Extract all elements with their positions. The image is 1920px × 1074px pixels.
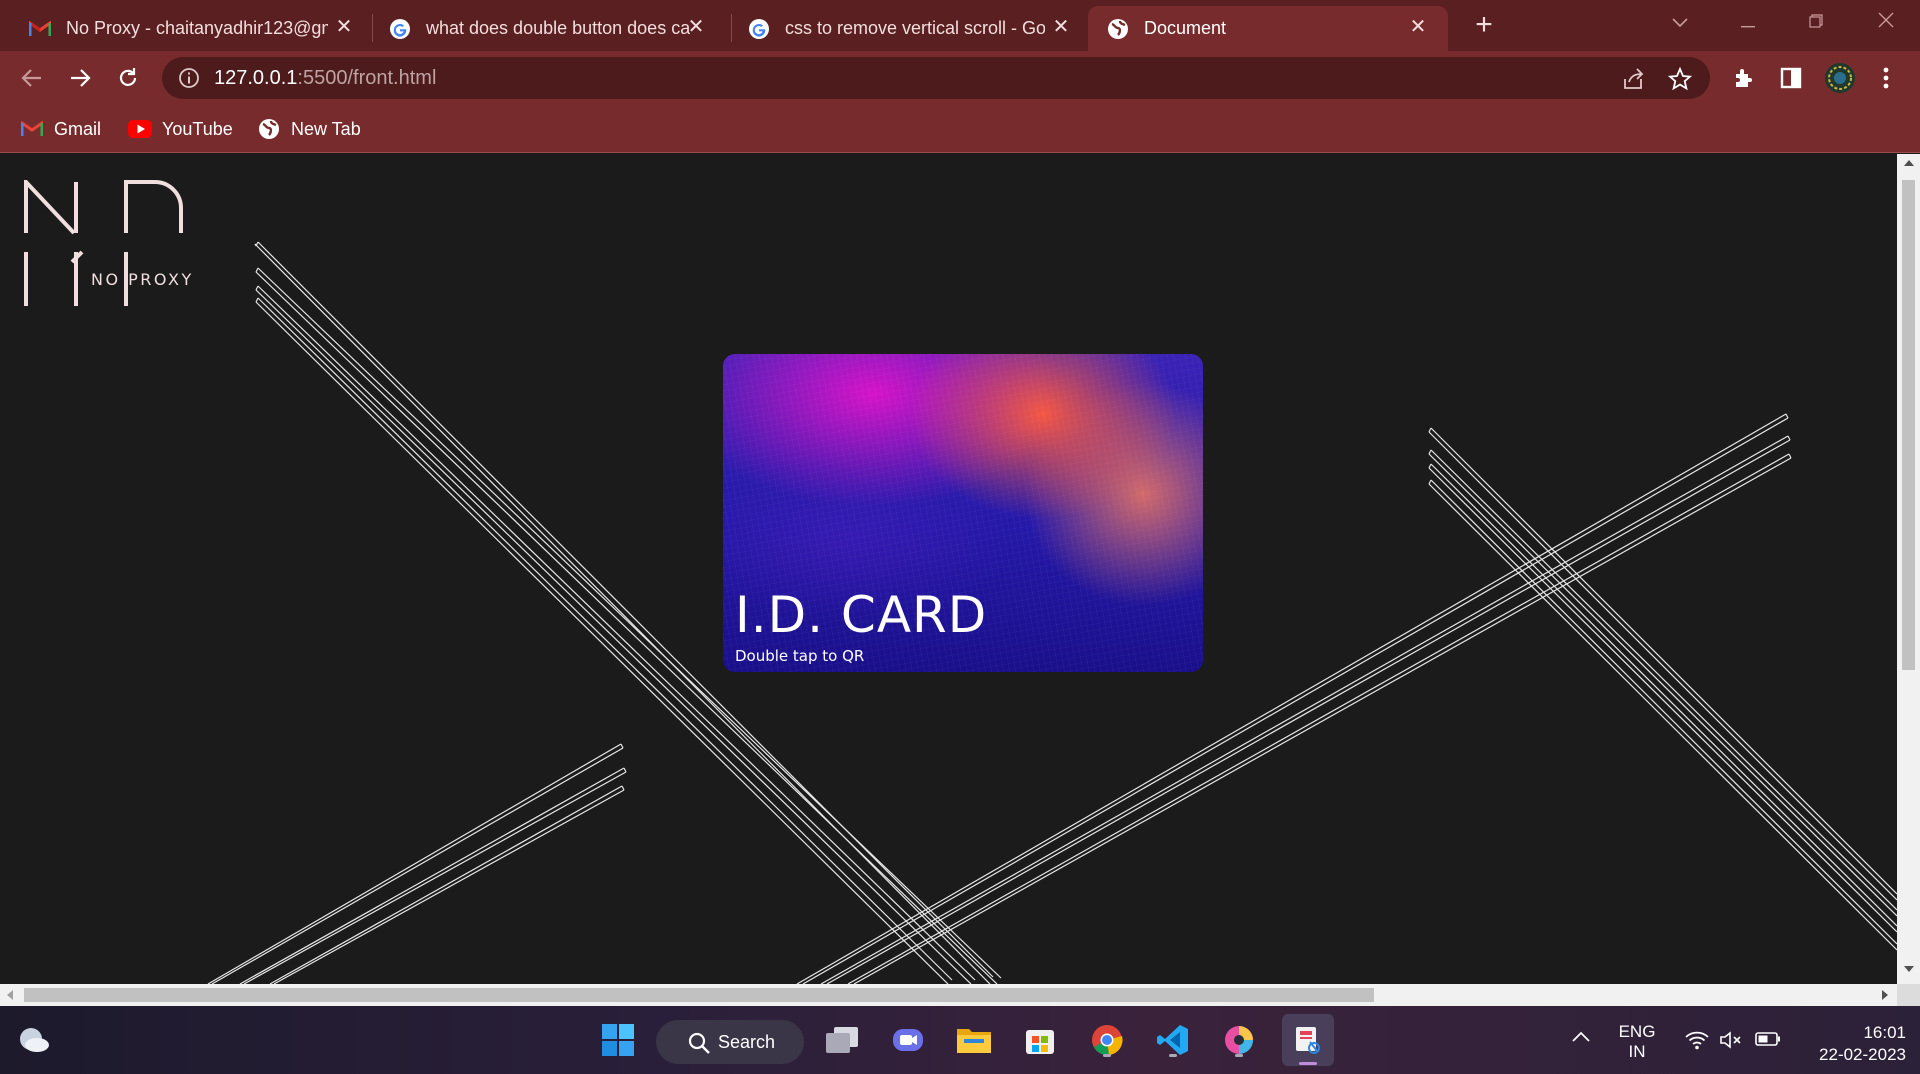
language-code: ENG <box>1618 1022 1656 1041</box>
taskbar-search[interactable]: Search <box>656 1020 804 1064</box>
bookmarks-bar: Gmail YouTube New Tab <box>0 105 1920 153</box>
brand-logo: NO PROXY <box>20 176 240 310</box>
vscode-icon[interactable] <box>1153 1020 1193 1060</box>
np-monogram-icon <box>24 176 183 306</box>
bookmark-label: Gmail <box>54 118 102 139</box>
google-icon <box>388 17 412 41</box>
meet-icon[interactable] <box>888 1020 928 1060</box>
scroll-right-arrow-icon[interactable] <box>1882 990 1888 1000</box>
bookmark-new-tab[interactable]: New Tab <box>257 115 361 143</box>
tab-title: Document <box>1144 18 1227 38</box>
tab-strip: No Proxy - chaitanyadhir123@gm ✕ what do… <box>0 0 1920 51</box>
address-bar[interactable]: 127.0.0.1:5500/front.html <box>162 57 1710 99</box>
url-host: 127.0.0.1 <box>214 67 298 89</box>
globe-icon <box>1106 17 1130 41</box>
tab-title: No Proxy - chaitanyadhir123@gm <box>66 18 328 38</box>
tab-css-scroll-search[interactable]: css to remove vertical scroll - Goo ✕ <box>747 6 1087 51</box>
color-picker-icon[interactable] <box>1219 1020 1259 1060</box>
minimize-icon[interactable] <box>1728 6 1768 38</box>
tab-title: css to remove vertical scroll - Goo <box>785 18 1045 38</box>
forward-icon[interactable] <box>62 60 98 96</box>
profile-avatar-icon[interactable] <box>1824 62 1856 94</box>
globe-icon <box>257 119 281 139</box>
bookmark-gmail[interactable]: Gmail <box>20 115 101 143</box>
url-path: :5500/front.html <box>297 67 437 89</box>
close-tab-icon[interactable]: ✕ <box>1049 15 1073 39</box>
bookmark-star-icon[interactable] <box>1667 66 1693 91</box>
page-viewport: NO PROXY I.D. CARD Double tap to QR <box>0 154 1897 984</box>
vertical-scroll-thumb[interactable] <box>1902 180 1915 670</box>
tab-double-button-search[interactable]: what does double button does ca ✕ <box>388 6 722 51</box>
close-window-icon[interactable] <box>1866 6 1906 38</box>
side-panel-icon[interactable] <box>1777 64 1805 92</box>
tab-gmail[interactable]: No Proxy - chaitanyadhir123@gm ✕ <box>28 6 370 51</box>
wifi-icon[interactable] <box>1684 1030 1710 1055</box>
id-card[interactable]: I.D. CARD Double tap to QR <box>723 354 1203 672</box>
snipping-tool-icon[interactable] <box>1282 1014 1334 1066</box>
scroll-left-arrow-icon[interactable] <box>7 990 13 1000</box>
store-icon[interactable] <box>1020 1020 1060 1060</box>
diagonal-lines-bottom-left <box>207 743 627 984</box>
extensions-icon[interactable] <box>1730 64 1758 92</box>
clock-time: 16:01 <box>1863 1023 1906 1042</box>
bookmark-label: YouTube <box>162 118 233 139</box>
close-tab-icon[interactable]: ✕ <box>332 15 356 39</box>
windows-taskbar: Search ENG IN 16:01 22-02-2023 <box>0 1006 1920 1074</box>
tab-title: what does double button does ca <box>426 18 690 38</box>
active-indicator <box>1299 1062 1317 1065</box>
share-icon[interactable] <box>1622 67 1646 91</box>
site-info-icon[interactable] <box>178 67 200 89</box>
task-view-icon[interactable] <box>822 1020 862 1060</box>
scroll-up-arrow-icon[interactable] <box>1904 160 1914 166</box>
tab-search-chevron-icon[interactable] <box>1660 6 1700 38</box>
running-indicator <box>1169 1054 1177 1057</box>
restore-icon[interactable] <box>1796 6 1836 38</box>
region-code: IN <box>1628 1042 1646 1061</box>
youtube-icon <box>128 119 152 139</box>
reload-icon[interactable] <box>110 60 146 96</box>
running-indicator <box>1235 1054 1243 1057</box>
volume-muted-icon[interactable] <box>1718 1030 1744 1055</box>
file-explorer-icon[interactable] <box>954 1020 994 1060</box>
bookmark-label: New Tab <box>291 118 361 139</box>
more-menu-icon[interactable] <box>1872 64 1900 92</box>
new-tab-button[interactable]: + <box>1466 8 1502 44</box>
close-tab-icon[interactable]: ✕ <box>684 15 708 39</box>
battery-icon[interactable] <box>1754 1030 1782 1053</box>
clock-date: 22-02-2023 <box>1819 1045 1906 1064</box>
close-tab-icon[interactable]: ✕ <box>1406 15 1430 39</box>
bookmark-youtube[interactable]: YouTube <box>128 115 233 143</box>
logo-label: NO PROXY <box>91 270 194 289</box>
url-text[interactable]: 127.0.0.1:5500/front.html <box>214 67 436 90</box>
scrollbar-corner <box>1897 984 1920 1006</box>
running-indicator <box>1103 1054 1111 1057</box>
back-icon[interactable] <box>14 60 50 96</box>
google-icon <box>747 17 771 41</box>
scroll-down-arrow-icon[interactable] <box>1904 966 1914 972</box>
card-title: I.D. CARD <box>735 586 988 644</box>
gmail-icon <box>28 17 52 41</box>
search-label: Search <box>718 1032 776 1052</box>
browser-toolbar: 127.0.0.1:5500/front.html <box>0 51 1920 105</box>
gmail-icon <box>20 119 44 139</box>
windows-start-icon[interactable] <box>598 1020 638 1060</box>
chrome-icon[interactable] <box>1087 1020 1127 1060</box>
tab-separator <box>731 14 732 42</box>
show-hidden-icons-chevron-icon[interactable] <box>1570 1028 1592 1048</box>
weather-icon[interactable] <box>14 1020 54 1060</box>
vertical-scrollbar[interactable] <box>1897 154 1920 984</box>
tab-separator <box>372 14 373 42</box>
horizontal-scrollbar[interactable] <box>0 984 1897 1006</box>
horizontal-scroll-thumb[interactable] <box>24 988 1374 1002</box>
language-indicator[interactable]: ENG IN <box>1612 1022 1662 1062</box>
clock[interactable]: 16:01 22-02-2023 <box>1796 1022 1906 1066</box>
card-subtitle: Double tap to QR <box>735 647 865 665</box>
search-icon <box>688 1032 710 1054</box>
tab-document[interactable]: Document ✕ <box>1088 6 1448 51</box>
